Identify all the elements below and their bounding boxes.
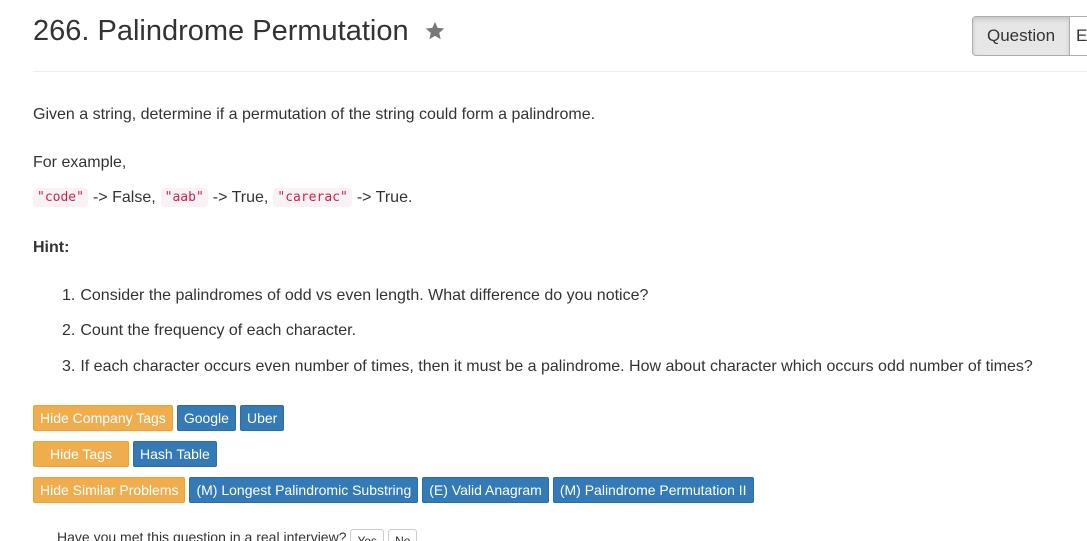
company-tags-row: Hide Company Tags Google Uber <box>33 405 285 431</box>
hint-item: 1. Consider the palindromes of odd vs eve… <box>62 287 648 305</box>
hint-item: 3. If each character occurs even number o… <box>62 358 1033 376</box>
hide-tags-button[interactable]: Hide Tags <box>33 441 129 467</box>
example-code-2: "aab" <box>160 188 208 207</box>
topic-tag-hash-table[interactable]: Hash Table <box>133 441 217 467</box>
similar-problem-valid-anagram[interactable]: (E) Valid Anagram <box>422 477 549 503</box>
hint-number: 2. <box>62 322 76 339</box>
example-label: For example, <box>33 154 127 171</box>
problem-page: 266. Palindrome Permutation Question E G… <box>0 0 1087 541</box>
interview-question: Have you met this question in a real int… <box>57 529 418 541</box>
problem-title: 266. Palindrome Permutation <box>33 15 409 47</box>
title-divider <box>33 71 1087 72</box>
example-line: "code" -> False, "aab" -> True, "carerac… <box>33 188 417 207</box>
company-tag-uber[interactable]: Uber <box>239 405 285 431</box>
company-tag-google[interactable]: Google <box>176 405 236 431</box>
hide-company-tags-button[interactable]: Hide Company Tags <box>33 405 173 431</box>
hint-number: 3. <box>62 358 76 375</box>
similar-problem-longest-palindromic-substring[interactable]: (M) Longest Palindromic Substring <box>189 477 419 503</box>
interview-no-button[interactable]: No <box>388 529 418 541</box>
hide-similar-problems-button[interactable]: Hide Similar Problems <box>33 477 186 503</box>
hint-text: If each character occurs even number of … <box>80 358 1033 375</box>
view-tabs: Question E <box>972 16 1087 56</box>
tab-question[interactable]: Question <box>972 16 1071 56</box>
hint-item: 2. Count the frequency of each character. <box>62 322 356 340</box>
interview-yes-button[interactable]: Yes <box>350 529 385 541</box>
similar-problem-palindrome-permutation-ii[interactable]: (M) Palindrome Permutation II <box>552 477 754 503</box>
hint-text: Count the frequency of each character. <box>80 322 357 339</box>
tab-next[interactable]: E <box>1070 16 1087 56</box>
hint-number: 1. <box>62 287 76 304</box>
star-icon[interactable] <box>424 20 446 42</box>
example-code-3: "carerac" <box>273 188 352 207</box>
example-result-1: -> False, <box>92 188 156 206</box>
hint-text: Consider the palindromes of odd vs even … <box>80 287 649 304</box>
example-code-1: "code" <box>33 188 88 207</box>
problem-description: Given a string, determine if a permutati… <box>33 106 596 123</box>
example-result-2: -> True, <box>212 188 269 206</box>
interview-question-text: Have you met this question in a real int… <box>57 529 347 541</box>
hint-label: Hint: <box>33 239 70 256</box>
example-result-3: -> True. <box>356 188 413 206</box>
topic-tags-row: Hide Tags Hash Table <box>33 441 217 467</box>
similar-problems-row: Hide Similar Problems (M) Longest Palind… <box>33 477 754 503</box>
